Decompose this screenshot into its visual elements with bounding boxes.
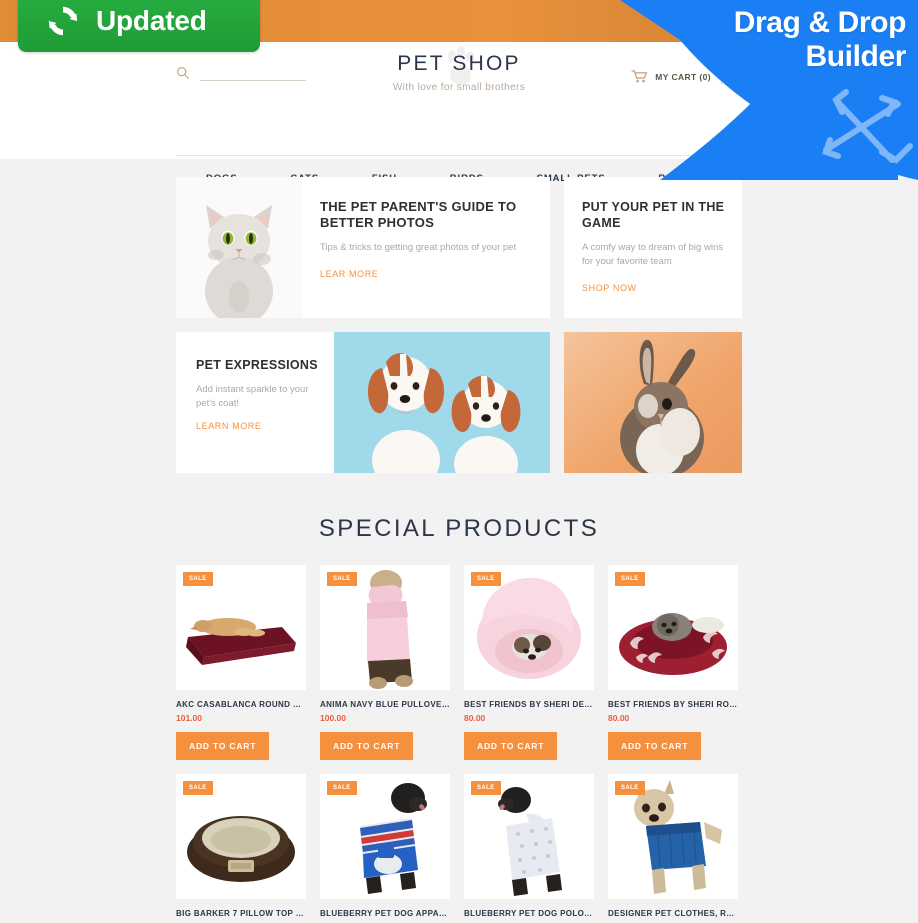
product-card[interactable]: SALE (464, 774, 594, 923)
promo-card-pet-parents-guide[interactable]: THE PET PARENT'S GUIDE TO BETTER PHOTOS … (176, 177, 550, 318)
promo-heading: THE PET PARENT'S GUIDE TO BETTER PHOTOS (320, 199, 517, 230)
product-card[interactable]: SALE (608, 774, 738, 923)
product-price: 101.00 (176, 713, 202, 723)
spaniels-photo (334, 332, 550, 473)
product-price: 80.00 (608, 713, 630, 723)
promo-heading: PUT YOUR PET IN THE GAME (582, 200, 725, 230)
product-card[interactable]: SALE (608, 565, 738, 760)
product-name: BEST FRIENDS BY SHERI ROYAL ... (608, 700, 738, 709)
ribbon-label: Drag & Drop Builder (636, 6, 907, 74)
promo-grid: THE PET PARENT'S GUIDE TO BETTER PHOTOS … (176, 177, 742, 473)
add-to-cart-button[interactable]: ADD TO CART (320, 732, 414, 760)
sale-badge: SALE (615, 781, 645, 795)
product-card[interactable]: SALE BEST FRIENDS BY SHERI DEEP 80.00 AD… (464, 565, 594, 760)
product-image[interactable]: SALE (176, 565, 306, 690)
product-name: ANIMA NAVY BLUE PULLOVER ... (320, 700, 450, 709)
product-image[interactable]: SALE (464, 565, 594, 690)
product-card[interactable]: SALE AKC CASABLANCA ROUND SOLI ... 1 (176, 565, 306, 760)
updated-badge: Updated (18, 0, 260, 52)
promo-card-rabbit-banner[interactable] (564, 332, 742, 473)
sale-badge: SALE (615, 572, 645, 586)
main-content: THE PET PARENT'S GUIDE TO BETTER PHOTOS … (0, 159, 918, 923)
special-products-title: SPECIAL PRODUCTS (318, 515, 600, 542)
rabbit-photo (564, 332, 742, 473)
sync-refresh-icon (44, 2, 82, 40)
promo-heading: PET EXPRESSIONS (196, 358, 318, 372)
promo-text: THE PET PARENT'S GUIDE TO BETTER PHOTOS … (302, 177, 550, 318)
add-to-cart-button[interactable]: ADD TO CART (608, 732, 702, 760)
sale-badge: SALE (183, 572, 213, 586)
promo-card-put-pet-in-game[interactable]: PUT YOUR PET IN THE GAME A comfy way to … (564, 177, 742, 318)
product-price: 100.00 (320, 713, 346, 723)
promo-link-learn-more[interactable]: LEAR MORE (320, 269, 378, 279)
sale-badge: SALE (471, 572, 501, 586)
product-card[interactable]: SALE BIG BARKER 7 PILLOW TOP ORT ... 60.… (176, 774, 306, 923)
product-name: DESIGNER PET CLOTHES, ROYAL ... (608, 909, 738, 918)
promo-body: Add instant sparkle to your pet's coat! (196, 384, 309, 409)
product-price: 80.00 (464, 713, 486, 723)
add-to-cart-button[interactable]: ADD TO CART (464, 732, 558, 760)
promo-text: PET EXPRESSIONS Add instant sparkle to y… (176, 332, 334, 473)
product-name: BIG BARKER 7 PILLOW TOP ORT ... (176, 909, 306, 918)
updated-label: Updated (96, 5, 207, 36)
page-root: PET SHOP With love for small brothers MY… (0, 0, 918, 923)
sale-badge: SALE (327, 572, 357, 586)
product-image[interactable]: SALE (464, 774, 594, 899)
corner-ribbon: Drag & Drop Builder (620, 0, 918, 180)
product-card[interactable]: SALE ANIMA NAVY BLUE PULLOVER ... 100.00 (320, 565, 450, 760)
cat-photo (176, 177, 302, 318)
product-image[interactable]: SALE (608, 774, 738, 899)
product-name: BEST FRIENDS BY SHERI DEEP DI ... (464, 700, 594, 709)
ribbon-line-1: Drag & Drop (733, 6, 907, 39)
promo-body: Tips & tricks to getting great photos of… (320, 242, 517, 253)
product-name: AKC CASABLANCA ROUND SOLI ... (176, 700, 306, 709)
sale-badge: SALE (471, 781, 501, 795)
product-grid: SALE AKC CASABLANCA ROUND SOLI ... 1 (176, 565, 742, 923)
product-image[interactable]: SALE (320, 774, 450, 899)
add-to-cart-button[interactable]: ADD TO CART (176, 732, 270, 760)
promo-card-pet-expressions[interactable]: PET EXPRESSIONS Add instant sparkle to y… (176, 332, 550, 473)
product-image[interactable]: SALE (320, 565, 450, 690)
promo-link-shop-now[interactable]: SHOP NOW (582, 283, 637, 293)
promo-body: A comfy way to dream of big wins for you… (582, 242, 723, 267)
product-image[interactable]: SALE (176, 774, 306, 899)
product-image[interactable]: SALE (608, 565, 738, 690)
product-name: BLUEBERRY PET DOG APPAREL ... (320, 909, 450, 918)
promo-link-learn-more[interactable]: LEARN MORE (196, 421, 262, 431)
promo-row-1: THE PET PARENT'S GUIDE TO BETTER PHOTOS … (176, 177, 742, 318)
product-name: BLUEBERRY PET DOG POLO SHI ... (464, 909, 594, 918)
ribbon-line-2: Builder (805, 40, 906, 73)
promo-row-2: PET EXPRESSIONS Add instant sparkle to y… (176, 332, 742, 473)
product-card[interactable]: SALE (320, 774, 450, 923)
sale-badge: SALE (327, 781, 357, 795)
sale-badge: SALE (183, 781, 213, 795)
